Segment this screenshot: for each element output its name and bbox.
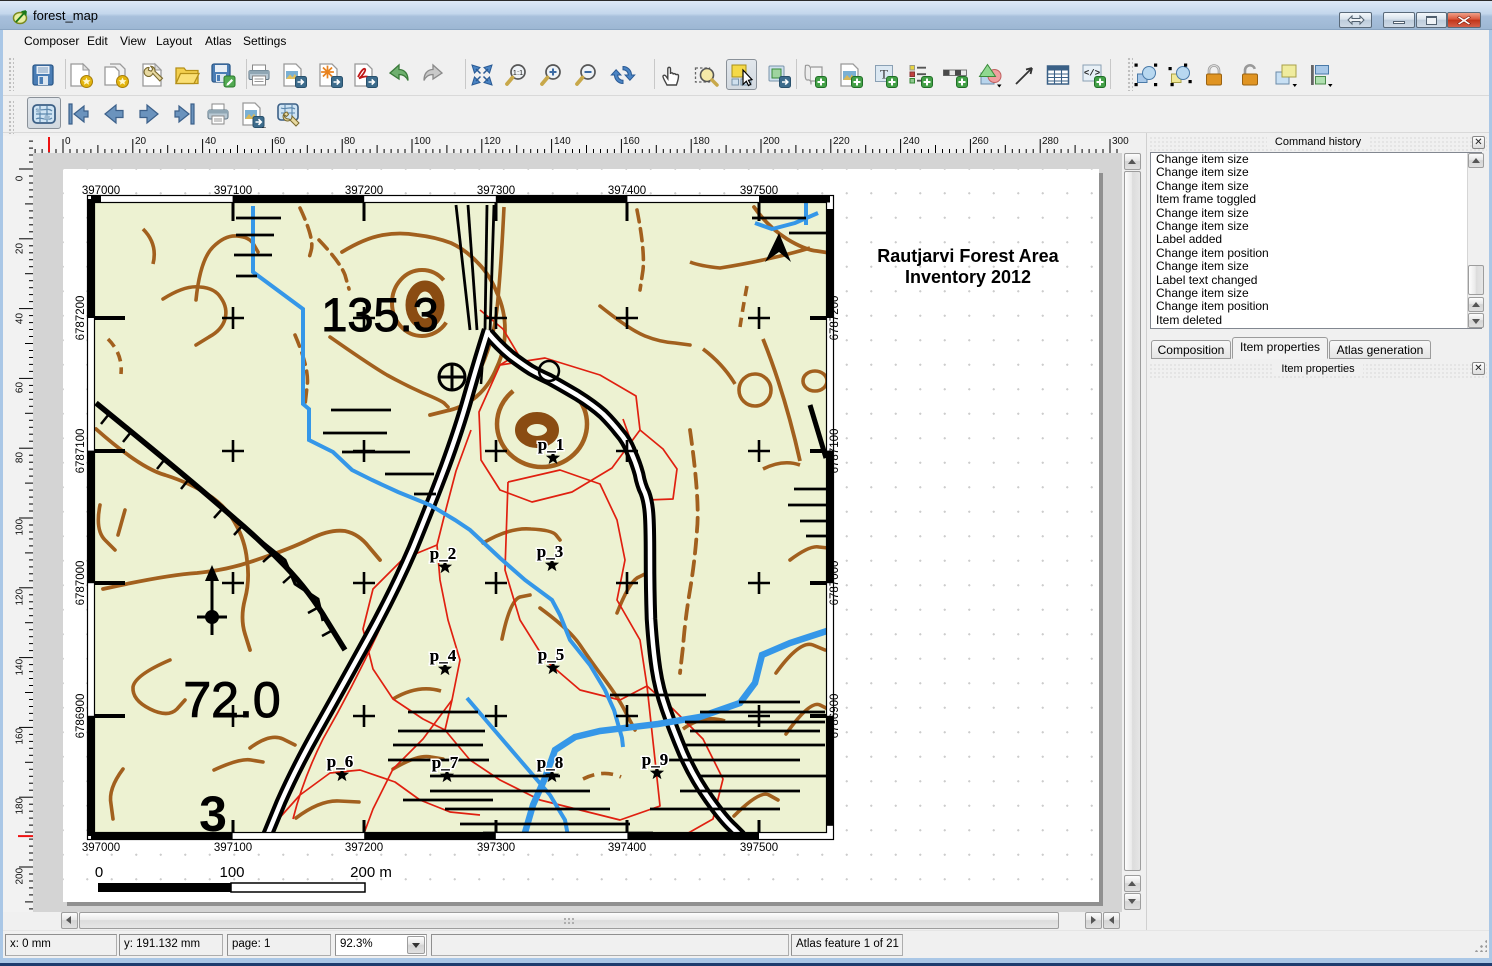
- svg-text:397300: 397300: [477, 842, 515, 854]
- svg-text:6786900: 6786900: [829, 694, 841, 739]
- svg-text:200 m: 200 m: [350, 864, 392, 881]
- svg-text:397300: 397300: [477, 185, 515, 197]
- svg-text:p_4: p_4: [430, 646, 457, 665]
- svg-text:6787200: 6787200: [75, 296, 87, 341]
- svg-text:135.3: 135.3: [321, 288, 439, 341]
- svg-text:6786900: 6786900: [75, 694, 87, 739]
- svg-text:397200: 397200: [345, 842, 383, 854]
- svg-text:p_5: p_5: [538, 645, 564, 664]
- svg-text:397200: 397200: [345, 185, 383, 197]
- svg-text:72.0: 72.0: [183, 672, 280, 728]
- svg-text:1:1: 1:1: [513, 68, 523, 77]
- svg-text:100: 100: [219, 864, 244, 881]
- svg-text:6787000: 6787000: [829, 561, 841, 606]
- svg-text:6787000: 6787000: [75, 561, 87, 606]
- svg-text:p_8: p_8: [537, 753, 563, 772]
- svg-text:397000: 397000: [82, 185, 120, 197]
- svg-text:397400: 397400: [608, 185, 646, 197]
- svg-text:Rautjarvi Forest Area: Rautjarvi Forest Area: [877, 246, 1059, 266]
- svg-text:397100: 397100: [214, 842, 252, 854]
- svg-text:p_6: p_6: [327, 752, 353, 771]
- svg-text:p_9: p_9: [642, 750, 668, 769]
- svg-text:397100: 397100: [214, 185, 252, 197]
- svg-text:p_7: p_7: [432, 753, 459, 772]
- svg-text:6787200: 6787200: [829, 296, 841, 341]
- svg-text:6787100: 6787100: [75, 429, 87, 474]
- svg-text:p_3: p_3: [537, 542, 563, 561]
- svg-text:0: 0: [95, 864, 103, 881]
- svg-text:397500: 397500: [740, 842, 778, 854]
- svg-text:397000: 397000: [82, 842, 120, 854]
- svg-text:397400: 397400: [608, 842, 646, 854]
- svg-text:p_1: p_1: [538, 435, 564, 454]
- svg-text:p_2: p_2: [430, 544, 456, 563]
- svg-text:Inventory 2012: Inventory 2012: [905, 267, 1031, 287]
- svg-text:6787100: 6787100: [829, 429, 841, 474]
- svg-text:397500: 397500: [740, 185, 778, 197]
